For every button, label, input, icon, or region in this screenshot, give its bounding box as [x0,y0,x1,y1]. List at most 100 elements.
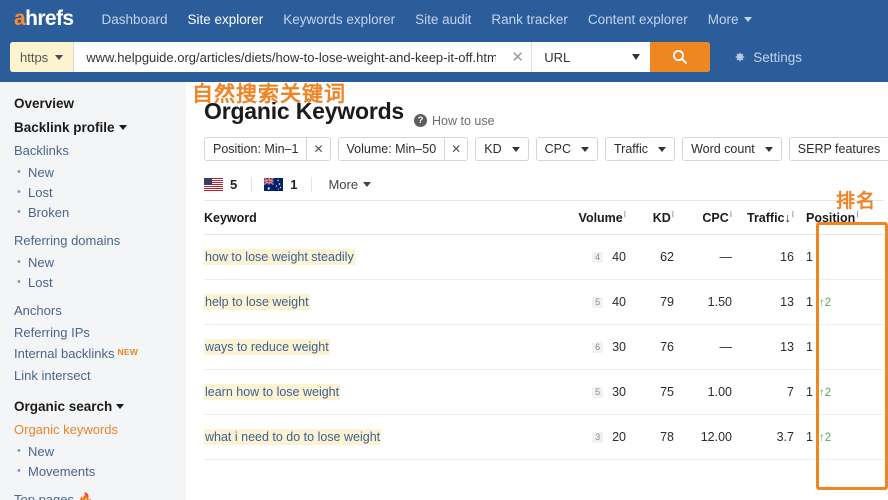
info-icon: ⅰ [624,210,626,219]
nav-item-dashboard[interactable]: Dashboard [91,12,177,27]
sidebar-item-backlinks-lost[interactable]: Lost [28,186,186,201]
column-header-keyword[interactable]: Keyword [204,201,534,235]
protocol-value: https [20,50,48,65]
sidebar-item-referring-domains-new[interactable]: New [28,256,186,271]
keyword-link[interactable]: how to lose weight steadily [204,249,355,265]
nav-item-site-explorer[interactable]: Site explorer [178,12,274,27]
sidebar-spacer [14,391,186,399]
table-row[interactable]: what i need to do to lose weight 320 78 … [204,415,884,460]
sidebar-item-top-pages[interactable]: Top pages 🔥 [14,493,186,500]
sidebar-item-anchors[interactable]: Anchors [14,304,186,319]
table-row[interactable]: ways to reduce weight 630 76 — 13 1 [204,325,884,370]
search-mode-dropdown[interactable]: URL [532,42,650,72]
column-header-volume[interactable]: Volumeⅰ [534,201,626,235]
cell-traffic: 3.7 [732,415,794,460]
clear-input-icon[interactable]: ✕ [504,42,532,72]
filter-chip-traffic[interactable]: Traffic [605,137,675,161]
how-to-use-link[interactable]: ? How to use [414,114,495,128]
sidebar-item-organic-keywords-new[interactable]: New [28,445,186,460]
cell-position: 1 [794,235,884,280]
sidebar-item-referring-domains-lost[interactable]: Lost [28,276,186,291]
cell-cpc: 12.00 [674,415,732,460]
us-flag-icon [204,178,223,191]
table-body: how to lose weight steadily 440 62 — 16 … [204,235,884,460]
position-value: 1 [806,340,813,354]
search-button[interactable] [650,42,710,72]
keyword-link[interactable]: ways to reduce weight [204,339,330,355]
sidebar-group-backlink-profile-label: Backlink profile [14,120,115,135]
chevron-down-icon [363,182,371,187]
cell-cpc: 1.50 [674,280,732,325]
url-input[interactable] [74,42,504,72]
country-tabs-more[interactable]: More [324,177,371,192]
chevron-down-icon [116,404,124,409]
cell-position: 1↑2 [794,370,884,415]
filter-chip-volume[interactable]: Volume: Min–50 ✕ [338,137,469,161]
sidebar-item-organic-keywords-movements[interactable]: Movements [28,465,186,480]
table-header: Keyword Volumeⅰ KDⅰ CPCⅰ Traffic↓ⅰ Posit… [204,201,884,235]
sidebar-group-organic-search[interactable]: Organic search [14,399,186,414]
column-header-position[interactable]: Positionⅰ [794,201,884,235]
column-header-cpc[interactable]: CPCⅰ [674,201,732,235]
column-header-kd[interactable]: KDⅰ [626,201,674,235]
filter-chip-word-count[interactable]: Word count [682,137,782,161]
close-icon[interactable]: ✕ [306,138,329,160]
close-icon[interactable]: ✕ [444,138,467,160]
sidebar-item-top-pages-label: Top pages [14,492,74,500]
sidebar-item-link-intersect[interactable]: Link intersect [14,369,186,384]
new-badge: NEW [117,347,138,357]
sidebar-item-internal-backlinks[interactable]: Internal backlinksNEW [14,347,186,362]
sidebar-item-backlinks-broken[interactable]: Broken [28,206,186,221]
nav-item-site-audit[interactable]: Site audit [405,12,481,27]
keyword-link[interactable]: learn how to lose weight [204,384,340,400]
cell-traffic: 7 [732,370,794,415]
settings-button[interactable]: Settings [732,50,802,65]
column-header-volume-label: Volume [579,211,623,225]
logo-letter-a: a [14,7,25,30]
sidebar-item-backlinks-new[interactable]: New [28,166,186,181]
country-tab-au[interactable]: 1 [264,177,312,192]
country-tab-us-count: 5 [230,177,237,192]
column-header-traffic[interactable]: Traffic↓ⅰ [732,201,794,235]
position-value: 1 [806,385,813,399]
sidebar-item-overview[interactable]: Overview [14,96,186,111]
column-header-position-label: Position [806,211,855,225]
sidebar-item-referring-ips[interactable]: Referring IPs [14,326,186,341]
table-row[interactable]: learn how to lose weight 530 75 1.00 7 1… [204,370,884,415]
filter-chip-position[interactable]: Position: Min–1 ✕ [204,137,331,161]
volume-value: 20 [612,430,626,444]
filter-chip-kd[interactable]: KD [475,137,528,161]
chevron-down-icon [765,147,773,152]
cell-kd: 78 [626,415,674,460]
cell-cpc: — [674,235,732,280]
table-row[interactable]: how to lose weight steadily 440 62 — 16 … [204,235,884,280]
sidebar: Overview Backlink profile Backlinks New … [0,82,186,500]
nav-item-content-explorer[interactable]: Content explorer [578,12,698,27]
filter-chip-serp-features[interactable]: SERP features [789,137,888,161]
au-flag-icon [264,178,283,191]
country-tab-us[interactable]: 5 [204,177,252,192]
sidebar-group-backlink-profile[interactable]: Backlink profile [14,120,186,135]
sidebar-item-referring-domains[interactable]: Referring domains [14,234,186,249]
protocol-dropdown[interactable]: https [10,42,74,72]
keyword-link[interactable]: what i need to do to lose weight [204,429,381,445]
info-icon: ⅰ [856,210,858,219]
cell-keyword: help to lose weight [204,280,534,325]
table-row[interactable]: help to lose weight 540 79 1.50 13 1↑2 [204,280,884,325]
cell-position: 1 [794,325,884,370]
nav-item-more-label: More [708,12,739,27]
chevron-down-icon [55,55,63,60]
keyword-link[interactable]: help to lose weight [204,294,310,310]
nav-item-more[interactable]: More [698,12,762,27]
country-tabs: 5 1 More [204,177,874,200]
cell-keyword: what i need to do to lose weight [204,415,534,460]
nav-item-rank-tracker[interactable]: Rank tracker [481,12,578,27]
cell-cpc: 1.00 [674,370,732,415]
sidebar-item-backlinks[interactable]: Backlinks [14,144,186,159]
ahrefs-logo[interactable]: ahrefs [14,7,73,31]
sidebar-item-organic-keywords[interactable]: Organic keywords [14,423,186,438]
nav-item-keywords-explorer[interactable]: Keywords explorer [273,12,405,27]
volume-value: 30 [612,385,626,399]
filter-chip-cpc[interactable]: CPC [536,137,598,161]
cell-volume: 530 [534,370,626,415]
